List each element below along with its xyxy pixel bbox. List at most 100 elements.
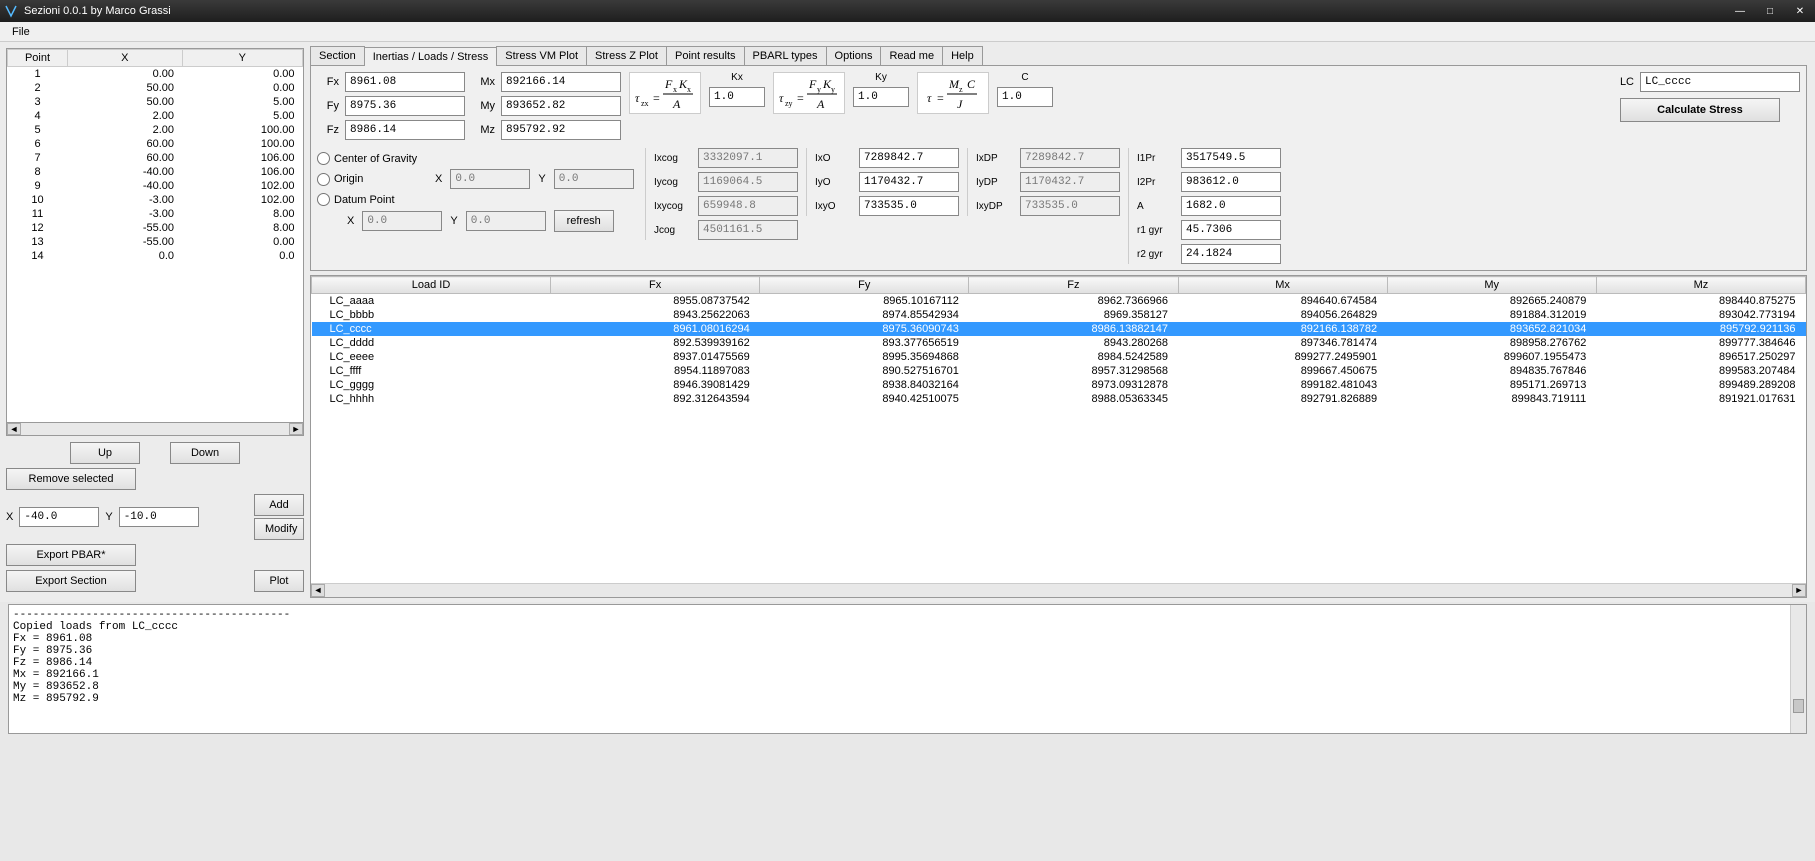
table-row[interactable]: LC_dddd892.539939162893.3776565198943.28… — [312, 336, 1806, 350]
ixdp-label: IxDP — [976, 153, 1016, 164]
col-y[interactable]: Y — [182, 50, 302, 67]
export-pbar-button[interactable]: Export PBAR* — [6, 544, 136, 566]
console-output[interactable]: ----------------------------------------… — [8, 604, 1807, 734]
i1pr-value[interactable] — [1181, 148, 1281, 168]
my-input[interactable] — [501, 96, 621, 116]
table-row[interactable]: 9-40.00102.00 — [8, 179, 303, 193]
points-h-scrollbar[interactable]: ◄ ► — [6, 423, 304, 436]
scroll-left-icon[interactable]: ◄ — [311, 584, 325, 597]
tab-inertias-loads-stress[interactable]: Inertias / Loads / Stress — [364, 47, 498, 66]
tab-section[interactable]: Section — [310, 46, 365, 65]
close-button[interactable]: ✕ — [1785, 0, 1815, 22]
mz-label: Mz — [473, 124, 495, 136]
radio-origin[interactable]: Origin — [317, 173, 427, 186]
mx-input[interactable] — [501, 72, 621, 92]
origin-x1-label: X — [435, 173, 442, 185]
table-row[interactable]: 10-3.00102.00 — [8, 193, 303, 207]
c-input[interactable] — [997, 87, 1053, 107]
scroll-left-icon[interactable]: ◄ — [7, 423, 21, 435]
mx-label: Mx — [473, 76, 495, 88]
col-mz[interactable]: Mz — [1596, 277, 1805, 294]
x-input[interactable] — [19, 507, 99, 527]
export-section-button[interactable]: Export Section — [6, 570, 136, 592]
console-v-scrollbar[interactable] — [1790, 605, 1806, 733]
col-point[interactable]: Point — [8, 50, 68, 67]
tab-stress-z-plot[interactable]: Stress Z Plot — [586, 46, 667, 65]
origin-y2-input — [466, 211, 546, 231]
svg-text:y: y — [831, 85, 835, 94]
col-fx[interactable]: Fx — [551, 277, 760, 294]
fy-input[interactable] — [345, 96, 465, 116]
calculate-stress-button[interactable]: Calculate Stress — [1620, 98, 1780, 122]
fx-input[interactable] — [345, 72, 465, 92]
table-row[interactable]: 42.005.00 — [8, 109, 303, 123]
table-row[interactable]: LC_cccc8961.080162948975.360907438986.13… — [312, 322, 1806, 336]
table-row[interactable]: LC_gggg8946.390814298938.840321648973.09… — [312, 378, 1806, 392]
tab-options[interactable]: Options — [826, 46, 882, 65]
radio-datum[interactable]: Datum Point — [317, 193, 427, 206]
col-mx[interactable]: Mx — [1178, 277, 1387, 294]
table-row[interactable]: 10.000.00 — [8, 67, 303, 82]
refresh-button[interactable]: refresh — [554, 210, 614, 232]
tab-point-results[interactable]: Point results — [666, 46, 745, 65]
loads-table[interactable]: Load IDFxFyFzMxMyMz LC_aaaa8955.08737542… — [310, 275, 1807, 598]
remove-selected-button[interactable]: Remove selected — [6, 468, 136, 490]
tab-pbarl-types[interactable]: PBARL types — [744, 46, 827, 65]
radio-cog[interactable]: Center of Gravity — [317, 152, 637, 165]
table-row[interactable]: 350.005.00 — [8, 95, 303, 109]
table-row[interactable]: 140.00.0 — [8, 249, 303, 263]
minimize-button[interactable]: — — [1725, 0, 1755, 22]
table-row[interactable]: LC_hhhh892.3126435948940.425100758988.05… — [312, 392, 1806, 406]
maximize-button[interactable]: □ — [1755, 0, 1785, 22]
plot-button[interactable]: Plot — [254, 570, 304, 592]
scroll-right-icon[interactable]: ► — [289, 423, 303, 435]
kx-input[interactable] — [709, 87, 765, 107]
table-row[interactable]: 760.00106.00 — [8, 151, 303, 165]
down-button[interactable]: Down — [170, 442, 240, 464]
table-row[interactable]: 8-40.00106.00 — [8, 165, 303, 179]
origin-x1-input — [450, 169, 530, 189]
origin-x2-input — [362, 211, 442, 231]
tab-stress-vm-plot[interactable]: Stress VM Plot — [496, 46, 587, 65]
table-row[interactable]: 250.000.00 — [8, 81, 303, 95]
i2pr-value[interactable] — [1181, 172, 1281, 192]
table-row[interactable]: 52.00100.00 — [8, 123, 303, 137]
table-row[interactable]: LC_bbbb8943.256220638974.855429348969.35… — [312, 308, 1806, 322]
points-table[interactable]: Point X Y 10.000.00250.000.00350.005.004… — [6, 48, 304, 423]
tab-help[interactable]: Help — [942, 46, 983, 65]
ixo-value[interactable] — [859, 148, 959, 168]
menu-file[interactable]: File — [6, 24, 36, 40]
mz-input[interactable] — [501, 120, 621, 140]
add-button[interactable]: Add — [254, 494, 304, 516]
table-row[interactable]: LC_ffff8954.11897083890.5275167018957.31… — [312, 364, 1806, 378]
table-row[interactable]: LC_eeee8937.014755698995.356948688984.52… — [312, 350, 1806, 364]
area-value[interactable] — [1181, 196, 1281, 216]
modify-button[interactable]: Modify — [254, 518, 304, 540]
scroll-right-icon[interactable]: ► — [1792, 584, 1806, 597]
table-row[interactable]: 11-3.008.00 — [8, 207, 303, 221]
col-load-id[interactable]: Load ID — [312, 277, 551, 294]
iyo-value[interactable] — [859, 172, 959, 192]
lc-input[interactable] — [1640, 72, 1800, 92]
r1-label: r1 gyr — [1137, 225, 1177, 236]
y-input[interactable] — [119, 507, 199, 527]
table-row[interactable]: 12-55.008.00 — [8, 221, 303, 235]
col-fy[interactable]: Fy — [760, 277, 969, 294]
fz-input[interactable] — [345, 120, 465, 140]
iydp-label: IyDP — [976, 177, 1016, 188]
tab-read-me[interactable]: Read me — [880, 46, 943, 65]
ky-input[interactable] — [853, 87, 909, 107]
r1-value[interactable] — [1181, 220, 1281, 240]
col-my[interactable]: My — [1387, 277, 1596, 294]
loads-h-scrollbar[interactable]: ◄ ► — [311, 583, 1806, 597]
table-row[interactable]: LC_aaaa8955.087375428965.101671128962.73… — [312, 294, 1806, 309]
ixyo-value[interactable] — [859, 196, 959, 216]
col-x[interactable]: X — [68, 50, 183, 67]
origin-y1-label: Y — [538, 173, 545, 185]
table-row[interactable]: 13-55.000.00 — [8, 235, 303, 249]
r2-value[interactable] — [1181, 244, 1281, 264]
col-fz[interactable]: Fz — [969, 277, 1178, 294]
i1pr-label: I1Pr — [1137, 153, 1177, 164]
up-button[interactable]: Up — [70, 442, 140, 464]
table-row[interactable]: 660.00100.00 — [8, 137, 303, 151]
